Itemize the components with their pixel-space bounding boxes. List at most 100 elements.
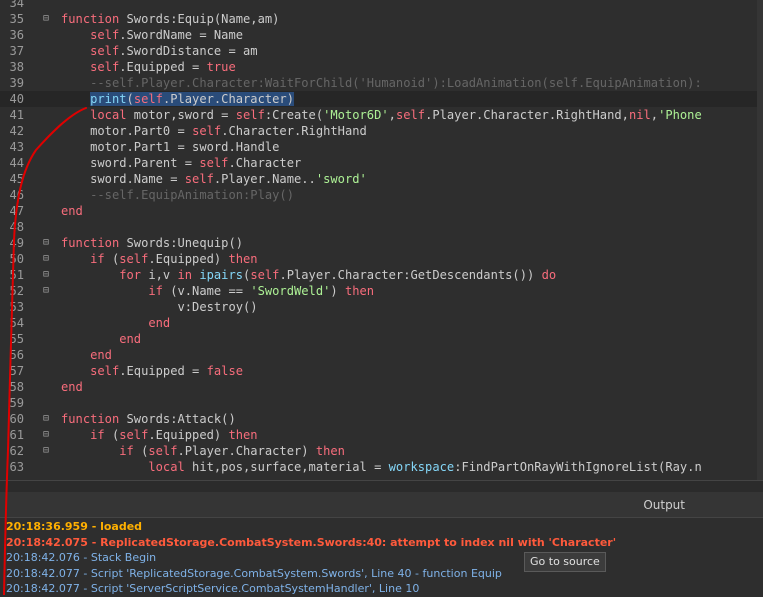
code-line[interactable]: 52 ⊟ if (v.Name == 'SwordWeld') then: [0, 283, 763, 299]
code-text: if (v.Name == 'SwordWeld') then: [148, 284, 375, 298]
editor-scrollbar[interactable]: [757, 0, 763, 480]
code-text: if (self.Equipped) then: [90, 428, 258, 442]
code-line[interactable]: 51 ⊟ for i,v in ipairs(self.Player.Charac…: [0, 267, 763, 283]
line-number: 36: [9, 28, 24, 42]
code-text: function Swords:Attack(): [61, 412, 236, 426]
output-line[interactable]: 20:18:42.077 - Script 'ReplicatedStorage…: [6, 566, 502, 582]
code-line[interactable]: 56 end: [0, 347, 763, 363]
code-text: self.Equipped = true: [90, 60, 236, 74]
line-number: 60: [9, 412, 24, 426]
line-number: 38: [9, 60, 24, 74]
line-number: 61: [9, 428, 24, 442]
code-line[interactable]: 40 print(self.Player.Character): [0, 91, 763, 107]
code-line[interactable]: 38 self.Equipped = true: [0, 59, 763, 75]
line-number: 47: [9, 204, 24, 218]
code-line[interactable]: 59: [0, 395, 763, 411]
line-number: 44: [9, 156, 24, 170]
code-text: end: [90, 348, 112, 362]
line-number: 57: [9, 364, 24, 378]
line-number: 49: [9, 236, 24, 250]
code-line[interactable]: 44 sword.Parent = self.Character: [0, 155, 763, 171]
code-line[interactable]: 54 end: [0, 315, 763, 331]
line-number: 45: [9, 172, 24, 186]
code-line[interactable]: 42 motor.Part0 = self.Character.RightHan…: [0, 123, 763, 139]
code-text: end: [61, 380, 83, 394]
line-number: 56: [9, 348, 24, 362]
code-text: sword.Parent = self.Character: [61, 156, 302, 170]
code-line[interactable]: 46 --self.EquipAnimation:Play(): [0, 187, 763, 203]
code-line[interactable]: 50 ⊟ if (self.Equipped) then: [0, 251, 763, 267]
code-line[interactable]: 47 end: [0, 203, 763, 219]
code-line[interactable]: 34: [0, 0, 763, 11]
code-text: for i,v in ipairs(self.Player.Character:…: [119, 268, 557, 282]
code-line[interactable]: 39 --self.Player.Character:WaitForChild(…: [0, 75, 763, 91]
output-header: Output: [0, 492, 763, 518]
line-number: 40: [9, 92, 24, 106]
code-text: --self.EquipAnimation:Play(): [90, 188, 294, 202]
line-number: 55: [9, 332, 24, 346]
fold-toggle-icon[interactable]: ⊟: [40, 251, 52, 267]
code-line[interactable]: 62 ⊟ if (self.Player.Character) then: [0, 443, 763, 459]
code-text: self.Equipped = false: [90, 364, 244, 378]
code-line[interactable]: 53 v:Destroy(): [0, 299, 763, 315]
code-line[interactable]: 60 ⊟ function Swords:Attack(): [0, 411, 763, 427]
code-text: sword.Name = self.Player.Name..'sword': [61, 172, 367, 186]
code-text: local motor,sword = self:Create('Motor6D…: [90, 108, 702, 122]
code-line[interactable]: 55 end: [0, 331, 763, 347]
code-line[interactable]: 43 motor.Part1 = sword.Handle: [0, 139, 763, 155]
fold-toggle-icon[interactable]: ⊟: [40, 11, 52, 27]
line-number: 41: [9, 108, 24, 122]
line-number: 53: [9, 300, 24, 314]
line-number: 59: [9, 396, 24, 410]
fold-toggle-icon[interactable]: ⊟: [40, 443, 52, 459]
code-line[interactable]: 41 local motor,sword = self:Create('Moto…: [0, 107, 763, 123]
code-text: end: [61, 204, 83, 218]
code-line[interactable]: 35 ⊟ function Swords:Equip(Name,am): [0, 11, 763, 27]
output-line[interactable]: 20:18:42.075 - ReplicatedStorage.CombatS…: [6, 535, 616, 551]
code-text: if (self.Player.Character) then: [119, 444, 345, 458]
code-text: local hit,pos,surface,material = workspa…: [148, 460, 702, 474]
code-line[interactable]: 37 self.SwordDistance = am: [0, 43, 763, 59]
code-text: v:Destroy(): [61, 300, 258, 314]
output-line[interactable]: 20:18:42.076 - Stack Begin: [6, 550, 156, 566]
code-line[interactable]: 36 self.SwordName = Name: [0, 27, 763, 43]
line-number: 58: [9, 380, 24, 394]
code-text: if (self.Equipped) then: [90, 252, 258, 266]
go-to-source-tooltip[interactable]: Go to source: [524, 552, 606, 572]
output-line[interactable]: 20:18:36.959 - loaded: [6, 519, 142, 535]
code-line[interactable]: 49 ⊟ function Swords:Unequip(): [0, 235, 763, 251]
code-line[interactable]: 63 local hit,pos,surface,material = work…: [0, 459, 763, 475]
code-line[interactable]: 58 end: [0, 379, 763, 395]
fold-toggle-icon[interactable]: ⊟: [40, 267, 52, 283]
line-number: 52: [9, 284, 24, 298]
output-panel: Output 20:18:36.959 - loaded 20:18:42.075…: [0, 492, 763, 595]
fold-toggle-icon[interactable]: ⊟: [40, 427, 52, 443]
code-line[interactable]: 61 ⊟ if (self.Equipped) then: [0, 427, 763, 443]
code-text: self.SwordName = Name: [90, 28, 244, 42]
code-text: self.SwordDistance = am: [90, 44, 258, 58]
code-text: function Swords:Equip(Name,am): [61, 12, 280, 26]
line-number: 63: [9, 460, 24, 474]
line-number: 51: [9, 268, 24, 282]
code-text: --self.Player.Character:WaitForChild('Hu…: [90, 76, 702, 90]
fold-toggle-icon[interactable]: ⊟: [40, 411, 52, 427]
line-number: 54: [9, 316, 24, 330]
line-number: 62: [9, 444, 24, 458]
line-number: 46: [9, 188, 24, 202]
line-number: 35: [9, 12, 24, 26]
code-line[interactable]: 57 self.Equipped = false: [0, 363, 763, 379]
code-text: motor.Part0 = self.Character.RightHand: [61, 124, 367, 138]
line-number: 37: [9, 44, 24, 58]
code-text: end: [148, 316, 171, 330]
line-number: 34: [9, 0, 24, 10]
line-number: 50: [9, 252, 24, 266]
code-text: print(self.Player.Character): [90, 92, 294, 106]
script-editor[interactable]: 34 35 ⊟ function Swords:Equip(Name,am) 36 se…: [0, 0, 763, 480]
output-title: Output: [643, 498, 685, 512]
code-text: end: [119, 332, 142, 346]
fold-toggle-icon[interactable]: ⊟: [40, 283, 52, 299]
code-line[interactable]: 48: [0, 219, 763, 235]
code-line[interactable]: 45 sword.Name = self.Player.Name..'sword…: [0, 171, 763, 187]
fold-toggle-icon[interactable]: ⊟: [40, 235, 52, 251]
line-number: 48: [9, 220, 24, 234]
